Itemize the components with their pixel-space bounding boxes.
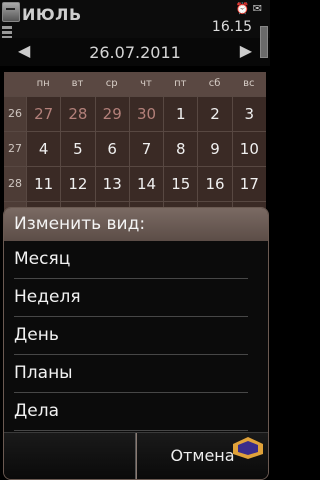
week-row: 27 4 5 6 7 8 9 10	[4, 131, 266, 166]
weekday-label: чт	[140, 78, 152, 89]
clock: 16.15	[211, 19, 252, 35]
date-navigator: ◀ 26.07.2011 ▶	[0, 38, 270, 66]
left-softkey-button[interactable]	[4, 433, 136, 479]
day-cell[interactable]: 2	[197, 97, 231, 131]
day-cell[interactable]: 13	[94, 167, 129, 201]
day-cell[interactable]: 7	[128, 132, 163, 166]
day-cell[interactable]: 12	[60, 167, 94, 201]
day-cell[interactable]: 30	[128, 97, 163, 131]
calendar-app-icon	[2, 2, 20, 22]
status-icons: ⏰ ✉	[236, 2, 262, 15]
week-row: 26 27 28 29 30 1 2 3	[4, 96, 266, 131]
day-cell[interactable]: 1	[163, 97, 197, 131]
day-cell[interactable]: 15	[163, 167, 197, 201]
day-cell[interactable]: 11	[26, 167, 60, 201]
weekday-label: сб	[208, 78, 221, 89]
day-cell[interactable]: 8	[163, 132, 197, 166]
watermark-logo-icon	[233, 437, 263, 459]
weekday-label: пн	[36, 78, 50, 89]
menu-item-month[interactable]: Месяц	[14, 241, 248, 279]
status-bar: ИЮЛЬ ⏰ ✉ 16.15	[0, 0, 270, 38]
day-cell[interactable]: 28	[60, 97, 94, 131]
day-cell[interactable]: 17	[231, 167, 266, 201]
day-cell[interactable]: 10	[231, 132, 266, 166]
day-cell[interactable]: 4	[26, 132, 60, 166]
menu-title: Изменить вид:	[4, 208, 268, 241]
day-cell[interactable]: 29	[94, 97, 129, 131]
alarm-icon: ⏰	[235, 2, 250, 15]
battery-icon	[260, 26, 268, 58]
week-row: 28 11 12 13 14 15 16 17	[4, 166, 266, 201]
mail-icon: ✉	[252, 2, 262, 15]
day-cell[interactable]: 9	[197, 132, 231, 166]
day-cell[interactable]: 16	[197, 167, 231, 201]
day-cell[interactable]: 27	[26, 97, 60, 131]
menu-item-week[interactable]: Неделя	[14, 279, 248, 317]
weekday-label: вт	[71, 78, 84, 89]
month-title: ИЮЛЬ	[22, 5, 82, 24]
weekday-label: пт	[174, 78, 187, 89]
weekday-label: вс	[243, 78, 255, 89]
weekday-header: пн вт ср чт пт сб вс	[4, 72, 266, 96]
week-number: 27	[4, 132, 26, 166]
day-cell[interactable]: 3	[231, 97, 266, 131]
menu-item-plans[interactable]: Планы	[14, 355, 248, 393]
day-cell[interactable]: 6	[94, 132, 129, 166]
menu-item-day[interactable]: День	[14, 317, 248, 355]
week-number: 28	[4, 167, 26, 201]
current-date: 26.07.2011	[89, 43, 181, 62]
weekday-label: ср	[105, 78, 118, 89]
day-cell[interactable]: 5	[60, 132, 94, 166]
day-cell[interactable]: 14	[128, 167, 163, 201]
menu-buttons: Отмена	[4, 432, 268, 479]
menu-item-tasks[interactable]: Дела	[14, 393, 248, 431]
next-arrow-icon[interactable]: ▶	[240, 41, 252, 60]
week-number: 26	[4, 97, 26, 131]
